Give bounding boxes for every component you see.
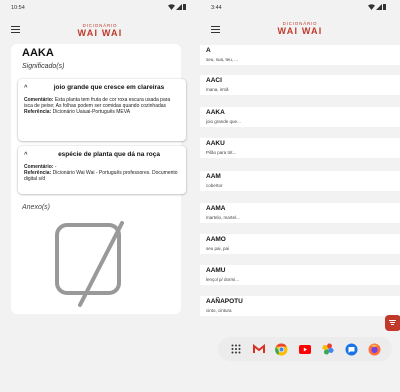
meaning-body: Comentário: - Referência: Dicionário Wai… bbox=[24, 164, 180, 182]
no-image-icon bbox=[55, 221, 124, 307]
signal-icon bbox=[176, 4, 182, 10]
status-icons bbox=[368, 4, 386, 10]
filter-button[interactable] bbox=[385, 315, 400, 331]
gmail-icon[interactable] bbox=[252, 342, 266, 356]
status-time: 3:44 bbox=[211, 5, 222, 11]
list-item[interactable]: AACI mana, irmã bbox=[200, 75, 400, 95]
list-item[interactable]: AAM cobertor bbox=[200, 171, 400, 191]
word-detail-screen: 10:54 DICIONÁRIO WAI WAI AAKA Significad… bbox=[0, 0, 200, 392]
entry-word: A bbox=[206, 47, 211, 54]
entry-definition: cobertor bbox=[206, 183, 223, 188]
youtube-icon[interactable] bbox=[298, 342, 312, 356]
messages-icon[interactable] bbox=[344, 342, 358, 356]
entry-definition: cinto, cintura bbox=[206, 308, 232, 313]
app-dock bbox=[218, 337, 392, 361]
app-bar: DICIONÁRIO WAI WAI bbox=[0, 17, 200, 43]
entry-word: AAM bbox=[206, 173, 221, 180]
firefox-icon[interactable] bbox=[367, 342, 381, 356]
logo-line-2: WAI WAI bbox=[277, 25, 323, 36]
entry-definition: joio grande que... bbox=[206, 119, 241, 124]
word-list-screen: 3:44 DICIONÁRIO WAI WAI A seu, sua, teu,… bbox=[200, 0, 400, 392]
chrome-icon[interactable] bbox=[275, 342, 289, 356]
list-item[interactable]: AAMU lençol p/ dormi... bbox=[200, 265, 400, 285]
list-item[interactable]: AAMO seu pai, pai bbox=[200, 234, 400, 254]
photos-icon[interactable] bbox=[321, 342, 335, 356]
entry-definition: mana, irmã bbox=[206, 87, 229, 92]
status-time: 10:54 bbox=[11, 5, 25, 11]
entry-word: AAMO bbox=[206, 236, 226, 243]
app-logo: DICIONÁRIO WAI WAI bbox=[200, 21, 400, 36]
word-detail-card: AAKA Significado(s) ^ joio grande que cr… bbox=[11, 44, 186, 314]
entry-definition: martelo, martel... bbox=[206, 215, 240, 220]
battery-icon bbox=[383, 4, 386, 10]
chevron-up-icon[interactable]: ^ bbox=[24, 85, 38, 91]
meanings-label: Significado(s) bbox=[22, 63, 65, 70]
reference-label: Referência: bbox=[24, 109, 52, 115]
status-bar: 3:44 bbox=[200, 0, 400, 16]
wifi-icon bbox=[168, 4, 175, 10]
meaning-card[interactable]: ^ espécie de planta que dá na roça Comen… bbox=[18, 146, 186, 194]
meaning-header[interactable]: ^ joio grande que cresce em clareiras bbox=[24, 84, 180, 91]
list-item[interactable]: AAKA joio grande que... bbox=[200, 107, 400, 127]
list-item[interactable]: AAÑAPOTU cinto, cintura bbox=[200, 296, 400, 316]
entry-definition: seu pai, pai bbox=[206, 246, 230, 251]
status-icons bbox=[168, 4, 186, 10]
attachments-label: Anexo(s) bbox=[22, 204, 51, 211]
entry-word: AACI bbox=[206, 77, 222, 84]
meaning-title: joio grande que cresce em clareiras bbox=[53, 84, 165, 91]
entry-definition: lençol p/ dormi... bbox=[206, 277, 240, 282]
meaning-card[interactable]: ^ joio grande que cresce em clareiras Co… bbox=[18, 79, 186, 141]
chevron-up-icon[interactable]: ^ bbox=[24, 152, 38, 158]
wifi-icon bbox=[368, 4, 375, 10]
filter-icon bbox=[389, 320, 396, 327]
entry-word: AAKU bbox=[206, 140, 225, 147]
logo-line-2: WAI WAI bbox=[77, 27, 123, 38]
app-logo: DICIONÁRIO WAI WAI bbox=[0, 23, 200, 38]
signal-icon bbox=[376, 4, 382, 10]
app-bar: DICIONÁRIO WAI WAI bbox=[200, 17, 400, 43]
status-bar: 10:54 bbox=[0, 0, 200, 16]
list-item[interactable]: A seu, sua, teu, ... bbox=[200, 45, 400, 65]
entry-word: AAMU bbox=[206, 267, 226, 274]
entry-word: AAÑAPOTU bbox=[206, 298, 243, 305]
meaning-title: espécie de planta que dá na roça bbox=[58, 151, 160, 158]
meaning-header[interactable]: ^ espécie de planta que dá na roça bbox=[24, 151, 180, 158]
entry-definition: seu, sua, teu, ... bbox=[206, 57, 239, 62]
battery-icon bbox=[183, 4, 186, 10]
list-item[interactable]: AAKU Pilão para trit... bbox=[200, 138, 400, 158]
word-title: AAKA bbox=[22, 47, 54, 59]
meaning-body: Comentário: Esta planta tem fruta de cor… bbox=[24, 97, 180, 115]
entry-word: AAMA bbox=[206, 205, 226, 212]
entry-definition: Pilão para trit... bbox=[206, 150, 237, 155]
app-drawer-icon[interactable] bbox=[229, 342, 243, 356]
list-item[interactable]: AAMA martelo, martel... bbox=[200, 203, 400, 223]
reference-text: Dicionário Uaiuai-Português MEVA bbox=[52, 109, 131, 115]
entry-word: AAKA bbox=[206, 109, 225, 116]
